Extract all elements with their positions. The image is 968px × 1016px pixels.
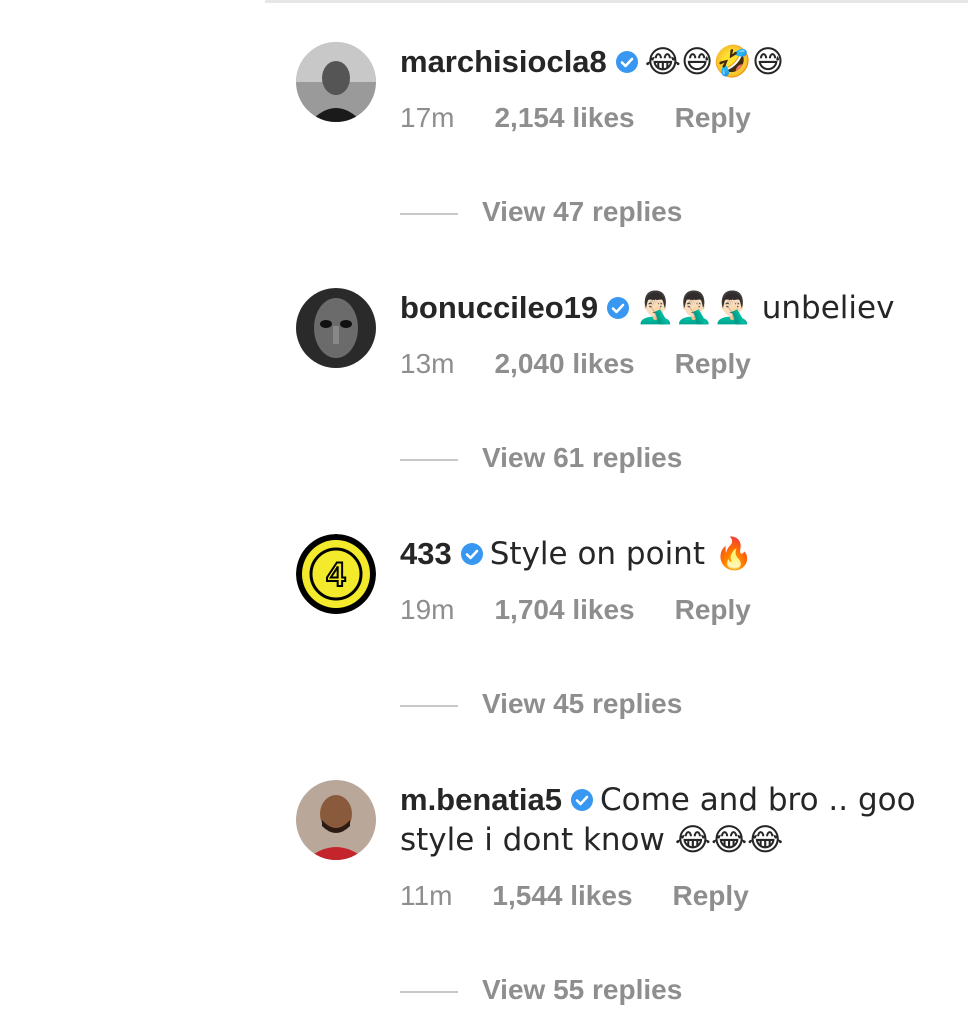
reply-button[interactable]: Reply <box>675 594 751 625</box>
avatar[interactable]: 4 <box>296 534 376 614</box>
comment-text: 🤦🏻‍♂️🤦🏻‍♂️🤦🏻‍♂️ unbeliev <box>636 290 895 326</box>
comment-likes[interactable]: 2,040 likes <box>494 348 634 379</box>
top-divider <box>265 0 968 3</box>
comment-item: marchisiocla8 😂😅🤣😅 17m 2,154 likes Reply <box>296 42 968 142</box>
comment-likes[interactable]: 2,154 likes <box>494 102 634 133</box>
comment-text: 😂😅🤣😅 <box>644 44 785 80</box>
reply-button[interactable]: Reply <box>673 880 749 911</box>
comment-username[interactable]: m.benatia5 <box>400 782 562 817</box>
view-replies-button[interactable]: View 61 replies <box>400 440 682 476</box>
reply-button[interactable]: Reply <box>675 102 751 133</box>
replies-divider <box>400 458 458 461</box>
comment-likes[interactable]: 1,704 likes <box>494 594 634 625</box>
avatar[interactable] <box>296 780 376 860</box>
comment-time: 19m <box>400 594 455 625</box>
comment-time: 11m <box>400 880 453 911</box>
comment-item: bonuccileo19 🤦🏻‍♂️🤦🏻‍♂️🤦🏻‍♂️ unbeliev 13m… <box>296 288 968 388</box>
view-replies-label: View 55 replies <box>482 974 683 1005</box>
avatar[interactable] <box>296 42 376 122</box>
verified-badge-icon <box>615 51 638 73</box>
replies-divider <box>400 212 458 215</box>
verified-badge-icon <box>607 297 630 319</box>
reply-button[interactable]: Reply <box>675 348 751 379</box>
comment-username[interactable]: 433 <box>400 536 452 571</box>
view-replies-button[interactable]: View 55 replies <box>400 972 682 1008</box>
view-replies-label: View 45 replies <box>482 688 683 719</box>
comment-time: 17m <box>400 102 455 133</box>
comment-username[interactable]: marchisiocla8 <box>400 44 607 79</box>
comment-likes[interactable]: 1,544 likes <box>492 880 632 911</box>
replies-divider <box>400 990 458 993</box>
avatar[interactable] <box>296 288 376 368</box>
verified-badge-icon <box>460 543 483 565</box>
comment-item: 4 433 Style on point 🔥 19m 1,704 likes Repl… <box>296 534 968 634</box>
view-replies-button[interactable]: View 47 replies <box>400 194 682 230</box>
svg-text:4: 4 <box>327 556 346 594</box>
comment-username[interactable]: bonuccileo19 <box>400 290 598 325</box>
view-replies-button[interactable]: View 45 replies <box>400 686 682 722</box>
view-replies-label: View 61 replies <box>482 442 683 473</box>
comment-text: Style on point 🔥 <box>489 536 754 572</box>
comment-item: m.benatia5 Come and bro .. goo style i do… <box>296 780 968 920</box>
comment-time: 13m <box>400 348 455 379</box>
replies-divider <box>400 704 458 707</box>
view-replies-label: View 47 replies <box>482 196 683 227</box>
verified-badge-icon <box>570 789 593 811</box>
